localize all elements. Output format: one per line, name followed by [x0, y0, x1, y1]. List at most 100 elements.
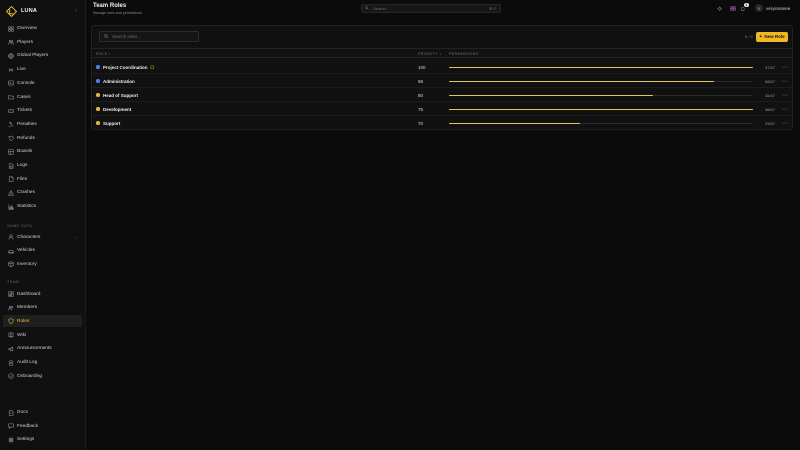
sidebar-item-onboarding[interactable]: Onboarding	[3, 370, 82, 382]
sidebar-item-settings[interactable]: Settings	[3, 434, 82, 446]
role-name: Head of Support	[103, 92, 138, 98]
radio-icon	[7, 66, 14, 73]
folder-icon	[7, 94, 14, 101]
role-search-placeholder: Search roles...	[112, 34, 142, 39]
sidebar-item-label: Statistics	[17, 204, 37, 210]
refund-icon	[7, 135, 14, 142]
sidebar-item-label: Roles	[17, 318, 30, 324]
sidebar-item-penalties[interactable]: Penalties	[3, 118, 82, 130]
table-row[interactable]: Head of Support 80 45/47 ⋯	[92, 88, 792, 102]
board-icon	[7, 148, 14, 155]
crown-icon	[150, 64, 155, 70]
sidebar-item-global-players[interactable]: Global Players	[3, 50, 82, 62]
sidebar-item-label: Crashes	[17, 190, 35, 196]
avatar[interactable]: Y	[755, 4, 763, 12]
sidebar-item-boards[interactable]: Boards	[3, 146, 82, 158]
new-role-button[interactable]: + New Role	[756, 31, 788, 42]
permission-progress-fill	[449, 108, 753, 110]
theme-toggle-icon[interactable]	[716, 5, 724, 13]
role-priority: 75	[418, 106, 424, 112]
brand[interactable]: LUNA	[6, 5, 37, 17]
sidebar-item-label: Penalties	[17, 121, 37, 127]
chevron-right-icon: ›	[75, 234, 78, 240]
sidebar-item-members[interactable]: Members	[3, 302, 82, 314]
more-options-icon[interactable]: ⋯	[782, 64, 788, 71]
gavel-icon	[7, 121, 14, 128]
search-placeholder: Search...	[373, 6, 390, 11]
sidebar-item-docs[interactable]: Docs	[3, 407, 82, 419]
sidebar-item-feedback[interactable]: Feedback	[3, 420, 82, 432]
table-row[interactable]: Project Coordination 100 47/47 ⋯	[92, 60, 792, 74]
sidebar-item-logs[interactable]: Logs	[3, 160, 82, 172]
sidebar-item-files[interactable]: Files	[3, 173, 82, 185]
permission-progress-bar	[449, 66, 753, 68]
topbar: Team Roles Manage roles and permissions …	[86, 0, 800, 18]
sidebar-item-wiki[interactable]: Wiki	[3, 329, 82, 341]
sidebar-item-refunds[interactable]: Refunds	[3, 132, 82, 144]
sidebar-item-characters[interactable]: Characters ›	[3, 231, 82, 243]
column-role[interactable]: ROLE ↕	[96, 52, 111, 56]
role-priority: 98	[418, 78, 424, 84]
more-options-icon[interactable]: ⋯	[782, 78, 788, 85]
sidebar-item-label: Wiki	[17, 332, 27, 338]
sidebar-item-statistics[interactable]: Statistics	[3, 201, 82, 213]
luna-logo-icon	[6, 5, 17, 17]
sidebar-item-label: Onboarding	[17, 373, 43, 379]
sidebar-item-crashes[interactable]: Crashes	[3, 187, 82, 199]
sidebar-item-label: Characters	[17, 234, 41, 240]
chart-icon	[7, 203, 14, 210]
sidebar-item-audit-log[interactable]: Audit Log	[3, 357, 82, 369]
roles-card: Search roles... 5 / 5 + New Role ROLE ↕ …	[91, 25, 793, 130]
role-color-dot	[96, 107, 100, 111]
collapse-sidebar-icon[interactable]: ‹	[72, 7, 80, 15]
sidebar-item-tickets[interactable]: Tickets	[3, 105, 82, 117]
sidebar-item-live[interactable]: Live	[3, 64, 82, 76]
sidebar-item-players[interactable]: Players	[3, 36, 82, 48]
grid-icon	[7, 25, 14, 32]
more-options-icon[interactable]: ⋯	[782, 106, 788, 113]
more-options-icon[interactable]: ⋯	[782, 92, 788, 99]
role-search-input[interactable]: Search roles...	[99, 31, 199, 42]
column-priority[interactable]: PRIORITY ↕	[418, 52, 442, 56]
sidebar-item-inventory[interactable]: Inventory	[3, 258, 82, 270]
sidebar-item-dashboard[interactable]: Dashboard	[3, 288, 82, 300]
docs-icon	[7, 409, 14, 416]
role-count: 5 / 5	[745, 34, 753, 39]
table-row[interactable]: Development 75 38/47 ⋯	[92, 102, 792, 116]
dashboard-icon	[7, 291, 14, 298]
permission-progress-bar	[449, 122, 753, 124]
sidebar-item-label: Overview	[17, 26, 37, 31]
audit-icon	[7, 359, 14, 366]
global-search-input[interactable]: Search... ⌘ K	[361, 4, 501, 13]
permission-progress-bar	[449, 108, 753, 110]
terminal-icon	[7, 80, 14, 87]
role-priority: 70	[418, 120, 424, 126]
globe-icon	[7, 52, 14, 59]
table-row[interactable]: Support 70 29/47 ⋯	[92, 116, 792, 130]
page-subtitle: Manage roles and permissions	[93, 10, 142, 15]
megaphone-icon	[7, 345, 14, 352]
permission-progress-fill	[449, 80, 715, 82]
sidebar-item-label: Refunds	[17, 135, 35, 141]
table-row[interactable]: Administration 98 58/47 ⋯	[92, 74, 792, 88]
sidebar-item-announcements[interactable]: Announcements	[3, 343, 82, 355]
sidebar-item-roles[interactable]: Roles	[3, 315, 82, 328]
sidebar-item-label: Dashboard	[17, 291, 41, 297]
sidebar-item-cases[interactable]: Cases	[3, 91, 82, 103]
sidebar-item-label: Tickets	[17, 108, 33, 114]
sidebar-item-label: Vehicles	[17, 248, 35, 254]
sidebar-item-label: Settings	[17, 437, 35, 443]
sidebar-item-label: Members	[17, 305, 37, 311]
role-name: Administration	[103, 78, 135, 84]
language-flag-icon[interactable]	[730, 6, 736, 11]
role-name: Development	[103, 106, 132, 112]
logs-icon	[7, 162, 14, 169]
sidebar-item-console[interactable]: Console	[3, 77, 82, 89]
username[interactable]: veryinsanee	[766, 6, 790, 11]
roles-table-header: ROLE ↕ PRIORITY ↕ PERMISSIONS	[92, 48, 792, 58]
more-options-icon[interactable]: ⋯	[782, 120, 788, 127]
sidebar-item-vehicles[interactable]: Vehicles	[3, 245, 82, 257]
onboarding-icon	[7, 373, 14, 380]
sidebar-item-overview[interactable]: Overview	[3, 23, 82, 35]
ticket-icon	[7, 107, 14, 114]
